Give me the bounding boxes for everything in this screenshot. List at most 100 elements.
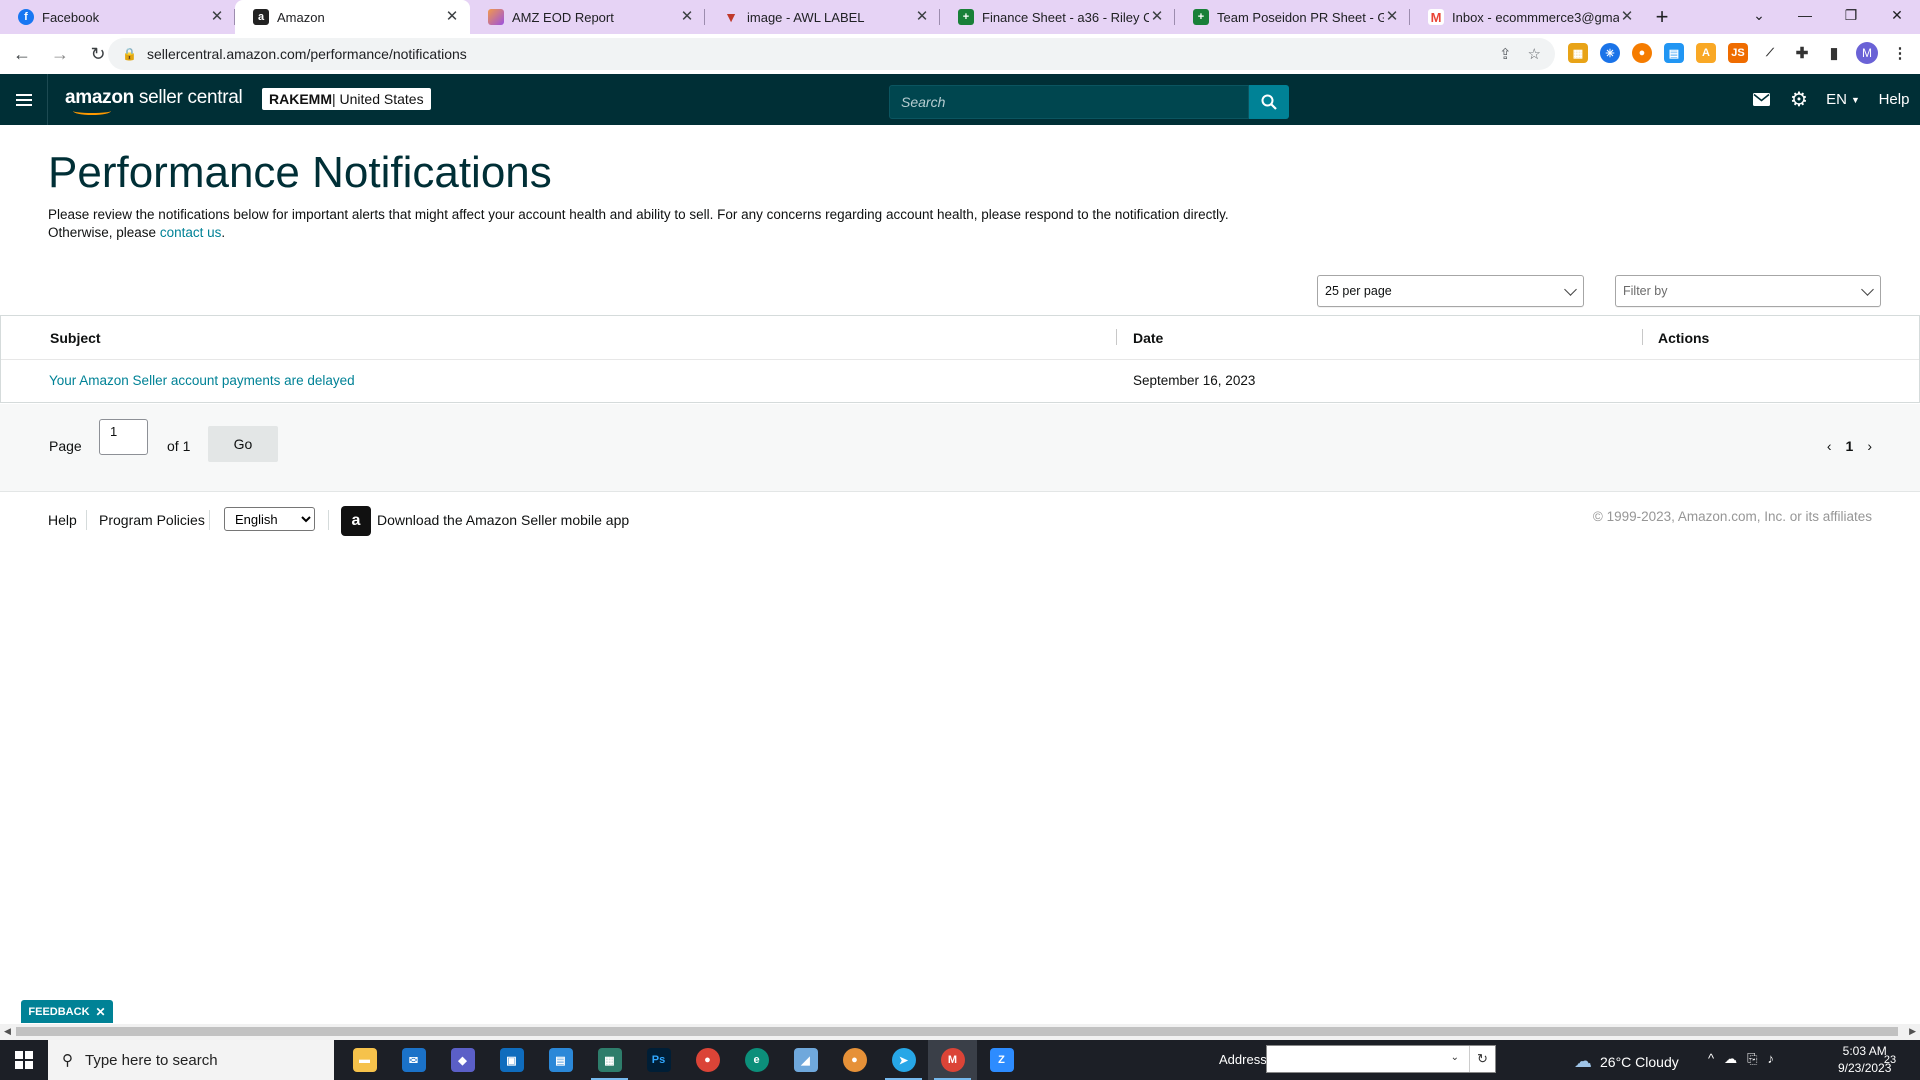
seller-central-logo[interactable]: amazon seller central <box>65 87 243 115</box>
hamburger-menu-icon[interactable] <box>0 74 48 125</box>
taskbar-app[interactable]: ◆ <box>438 1040 487 1080</box>
taskbar-app[interactable]: ➤ <box>879 1040 928 1080</box>
network-icon[interactable]: ⎘ <box>1747 1051 1757 1067</box>
taskbar-apps: ▬ ✉ ◆ ▣ ▤ ▦ Ps ● e ◢ ● ➤ M Z <box>340 1040 1026 1080</box>
taskbar-app[interactable]: ▤ <box>536 1040 585 1080</box>
close-icon[interactable]: ✕ <box>1149 9 1165 25</box>
extension-icon[interactable]: ⟋ <box>1760 43 1780 63</box>
footer-divider <box>328 510 329 530</box>
browser-tab-awl-label[interactable]: ▼ image - AWL LABEL ✕ <box>705 0 940 34</box>
help-link[interactable]: Help <box>1868 91 1920 108</box>
notification-subject-link[interactable]: Your Amazon Seller account payments are … <box>49 373 355 388</box>
footer-help-link[interactable]: Help <box>48 512 77 528</box>
browser-tab-eod-report[interactable]: AMZ EOD Report ✕ <box>470 0 705 34</box>
chevron-down-icon[interactable]: ⌄ <box>1451 1052 1459 1063</box>
tab-search-icon[interactable]: ⌄ <box>1736 0 1782 30</box>
windows-start-icon[interactable] <box>0 1040 48 1080</box>
close-icon[interactable]: ✕ <box>209 9 225 25</box>
bookmark-star-icon[interactable]: ☆ <box>1528 45 1541 63</box>
extension-icon[interactable]: ● <box>1632 43 1652 63</box>
back-button[interactable]: ← <box>6 38 38 70</box>
settings-gear-icon[interactable]: ⚙ <box>1780 87 1818 112</box>
puzzle-extensions-icon[interactable]: ✚ <box>1792 43 1812 63</box>
scroll-right-arrow-icon[interactable]: ▶ <box>1909 1026 1916 1037</box>
taskbar-search-box[interactable]: ⚲ Type here to search <box>48 1040 334 1080</box>
browser-tab-amazon[interactable]: a Amazon ✕ <box>235 0 470 34</box>
table-header: Subject Date Actions <box>1 316 1919 360</box>
taskbar-app[interactable]: M <box>928 1040 977 1080</box>
contact-us-link[interactable]: contact us <box>160 225 222 240</box>
browser-tab-poseidon-sheet[interactable]: + Team Poseidon PR Sheet - Goo ✕ <box>1175 0 1410 34</box>
taskbar-app[interactable]: Ps <box>634 1040 683 1080</box>
weather-widget[interactable]: ☁ 26°C Cloudy <box>1574 1051 1679 1072</box>
refresh-icon[interactable]: ↻ <box>1469 1046 1495 1072</box>
mail-icon[interactable] <box>1742 93 1780 106</box>
taskbar-app[interactable]: ▣ <box>487 1040 536 1080</box>
extension-icon[interactable]: ▤ <box>1664 43 1684 63</box>
extension-icon[interactable]: ✳ <box>1600 43 1620 63</box>
taskbar-app[interactable]: ✉ <box>389 1040 438 1080</box>
chevron-up-icon[interactable]: ^ <box>1708 1051 1714 1067</box>
feedback-button[interactable]: FEEDBACK ✕ <box>21 1000 113 1023</box>
taskbar-app[interactable]: ● <box>830 1040 879 1080</box>
notification-center-icon[interactable]: 23 <box>1878 1048 1902 1072</box>
search-button[interactable] <box>1249 85 1289 119</box>
maximize-button[interactable]: ❐ <box>1828 0 1874 30</box>
address-bar[interactable]: 🔒 sellercentral.amazon.com/performance/n… <box>108 38 1555 70</box>
volume-icon[interactable]: ♪ <box>1768 1051 1775 1067</box>
browser-menu-icon[interactable]: ⋮ <box>1890 43 1910 63</box>
filter-by-dropdown[interactable]: Filter by <box>1615 275 1881 307</box>
column-header-subject[interactable]: Subject <box>50 330 101 346</box>
profile-avatar[interactable]: M <box>1856 42 1878 64</box>
extension-icon[interactable]: ▦ <box>1568 43 1588 63</box>
column-header-date[interactable]: Date <box>1133 330 1163 346</box>
browser-tab-gmail[interactable]: M Inbox - ecommmerce3@gmail.c ✕ <box>1410 0 1645 34</box>
page-number-input[interactable] <box>99 419 148 455</box>
close-icon[interactable]: ✕ <box>1619 9 1635 25</box>
program-policies-link[interactable]: Program Policies <box>99 512 205 528</box>
close-icon[interactable]: ✕ <box>914 9 930 25</box>
close-icon[interactable]: ✕ <box>679 9 695 25</box>
side-panel-icon[interactable]: ▮ <box>1824 43 1844 63</box>
amazon-seller-app-icon[interactable]: a <box>341 506 371 536</box>
close-icon[interactable]: ✕ <box>444 9 460 25</box>
current-page-number[interactable]: 1 <box>1846 438 1854 454</box>
account-switcher[interactable]: RAKEMM | United States <box>262 88 431 110</box>
feedback-label: FEEDBACK <box>28 1005 90 1018</box>
new-tab-button[interactable]: + <box>1645 0 1679 34</box>
window-controls: ⌄ — ❐ ✕ <box>1736 0 1920 34</box>
notifications-table: Subject Date Actions Your Amazon Seller … <box>0 315 1920 403</box>
go-button[interactable]: Go <box>208 426 278 462</box>
chevron-left-icon[interactable]: ‹ <box>1827 438 1832 454</box>
browser-tab-finance-sheet[interactable]: + Finance Sheet - a36 - Riley Coo ✕ <box>940 0 1175 34</box>
extension-icon[interactable]: JS <box>1728 43 1748 63</box>
taskbar-app[interactable]: e <box>732 1040 781 1080</box>
url-text[interactable]: sellercentral.amazon.com/performance/not… <box>147 46 467 62</box>
browser-tab-facebook[interactable]: f Facebook ✕ <box>0 0 235 34</box>
browser-tab-strip: f Facebook ✕ a Amazon ✕ AMZ EOD Report ✕… <box>0 0 1920 34</box>
horizontal-scrollbar[interactable]: ◀ ▶ <box>0 1024 1920 1040</box>
chevron-right-icon[interactable]: › <box>1867 438 1872 454</box>
forward-button[interactable]: → <box>44 38 76 70</box>
taskbar-app[interactable]: ◢ <box>781 1040 830 1080</box>
language-selector[interactable]: EN ▼ <box>1818 91 1868 108</box>
scrollbar-thumb[interactable] <box>16 1027 1898 1036</box>
close-window-button[interactable]: ✕ <box>1874 0 1920 30</box>
close-icon[interactable]: ✕ <box>96 1005 106 1019</box>
share-icon[interactable]: ⇪ <box>1499 45 1512 63</box>
extension-icon[interactable]: A <box>1696 43 1716 63</box>
close-icon[interactable]: ✕ <box>1384 9 1400 25</box>
per-page-dropdown[interactable]: 25 per page <box>1317 275 1584 307</box>
onedrive-icon[interactable]: ☁ <box>1724 1051 1737 1067</box>
footer-language-select[interactable]: English <box>224 507 315 531</box>
lock-icon[interactable]: 🔒 <box>122 47 137 61</box>
search-input[interactable] <box>901 94 1248 110</box>
taskbar-app[interactable]: Z <box>977 1040 1026 1080</box>
taskbar-app[interactable]: ▦ <box>585 1040 634 1080</box>
download-app-link[interactable]: Download the Amazon Seller mobile app <box>377 512 629 528</box>
taskbar-app[interactable]: ● <box>683 1040 732 1080</box>
taskbar-app[interactable]: ▬ <box>340 1040 389 1080</box>
scroll-left-arrow-icon[interactable]: ◀ <box>4 1026 11 1037</box>
minimize-button[interactable]: — <box>1782 0 1828 30</box>
address-toolbar-input[interactable]: ⌄ ↻ <box>1266 1045 1496 1073</box>
